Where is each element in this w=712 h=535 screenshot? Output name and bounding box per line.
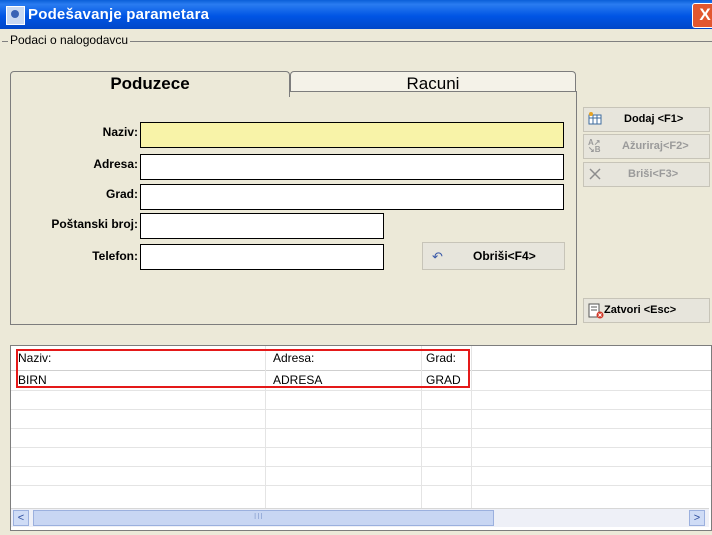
grad-input[interactable] [140,184,564,210]
naziv-input[interactable] [140,122,564,148]
delete-button[interactable]: Briši<F3> [583,162,710,187]
postanski-broj-label: Poštanski broj: [51,217,138,231]
add-button-label: Dodaj <F1> [624,113,684,125]
update-icon: A↗ ↘B [588,138,601,154]
delete-icon [588,167,602,181]
clear-button[interactable]: ↶ Obriši<F4> [422,242,565,270]
scroll-right-icon[interactable]: > [689,510,705,526]
add-record-icon [588,112,602,126]
telefon-input[interactable] [140,244,384,270]
update-button-label: Ažuriraj<F2> [622,140,689,152]
horizontal-scrollbar[interactable]: < > [11,508,709,527]
update-button[interactable]: A↗ ↘B Ažuriraj<F2> [583,134,710,159]
close-window-button[interactable]: X [692,3,712,28]
adresa-label: Adresa: [93,157,138,171]
close-button[interactable]: Zatvori <Esc> [583,298,710,323]
naziv-label: Naziv: [102,125,138,139]
close-button-label: Zatvori <Esc> [604,304,677,316]
title-bar: Podešavanje parametara [0,0,712,29]
scroll-thumb[interactable] [33,510,494,526]
clear-button-label: Obriši<F4> [473,249,536,263]
window-title: Podešavanje parametara [28,6,210,23]
adresa-input[interactable] [140,154,564,180]
postanski-broj-input[interactable] [140,213,384,239]
delete-button-label: Briši<F3> [628,168,679,180]
scroll-left-icon[interactable]: < [13,510,29,526]
app-icon [6,6,25,25]
grad-label: Grad: [105,187,138,201]
undo-icon: ↶ [432,249,443,264]
tab-poduzece[interactable]: Poduzece [10,71,290,97]
add-button[interactable]: Dodaj <F1> [583,107,710,132]
telefon-label: Telefon: [92,249,138,263]
close-document-icon [588,303,604,319]
group-label: Podaci o nalogodavcu [8,33,131,47]
selection-highlight [16,349,470,388]
